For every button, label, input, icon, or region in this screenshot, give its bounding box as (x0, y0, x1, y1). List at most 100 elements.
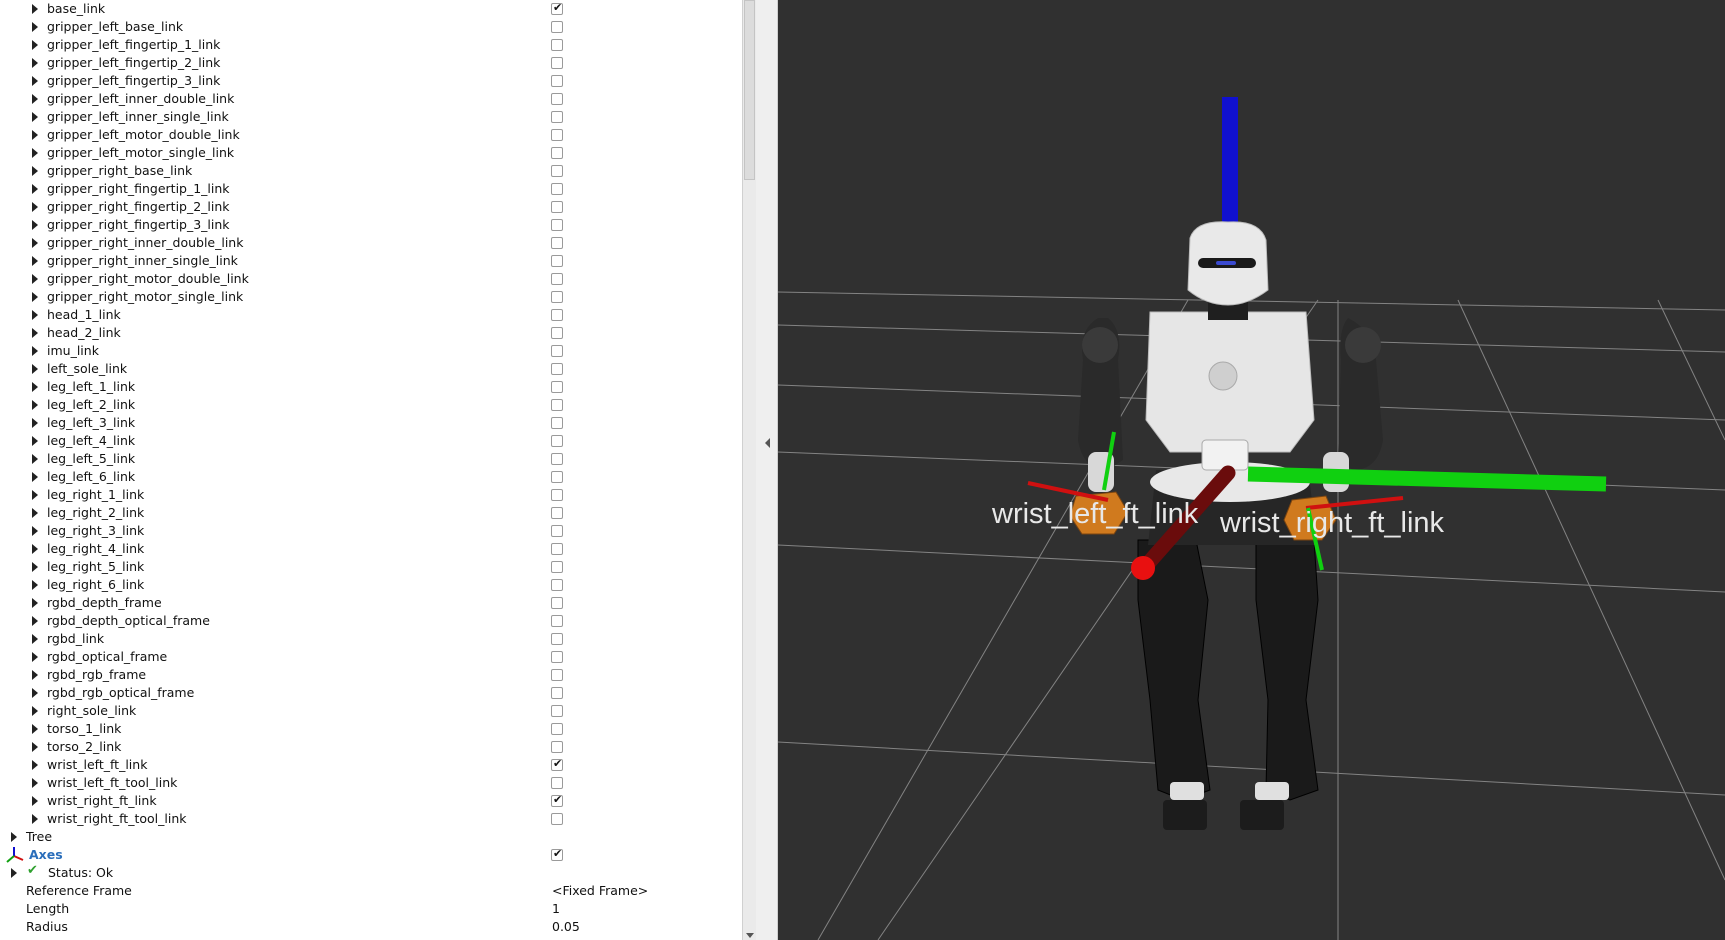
expand-arrow-icon[interactable] (32, 292, 38, 302)
tree-row[interactable]: right_sole_link (0, 702, 742, 720)
property-row[interactable]: Radius 0.05 (0, 918, 742, 936)
frame-enabled-checkbox[interactable] (551, 561, 563, 573)
frame-enabled-checkbox[interactable] (551, 651, 563, 663)
property-value[interactable]: 0.05 (552, 919, 580, 935)
frame-enabled-checkbox[interactable] (551, 129, 563, 141)
expand-arrow-icon[interactable] (32, 760, 38, 770)
expand-arrow-icon[interactable] (32, 616, 38, 626)
tree-row[interactable]: base_link (0, 0, 742, 18)
property-value[interactable]: <Fixed Frame> (552, 883, 648, 899)
expand-arrow-icon[interactable] (32, 184, 38, 194)
frame-enabled-checkbox[interactable] (551, 453, 563, 465)
expand-arrow-icon[interactable] (32, 400, 38, 410)
collapse-panel-arrow-icon[interactable] (765, 438, 770, 448)
frame-enabled-checkbox[interactable] (551, 507, 563, 519)
expand-arrow-icon[interactable] (32, 40, 38, 50)
frame-enabled-checkbox[interactable] (551, 381, 563, 393)
frame-enabled-checkbox[interactable] (551, 741, 563, 753)
tree-row[interactable]: leg_left_3_link (0, 414, 742, 432)
panel-splitter[interactable] (756, 0, 778, 940)
tree-row[interactable]: gripper_right_inner_double_link (0, 234, 742, 252)
tree-row[interactable]: leg_left_4_link (0, 432, 742, 450)
expand-arrow-icon[interactable] (32, 544, 38, 554)
tree-row[interactable]: rgbd_depth_frame (0, 594, 742, 612)
expand-arrow-icon[interactable] (32, 670, 38, 680)
frame-enabled-checkbox[interactable] (551, 93, 563, 105)
frame-enabled-checkbox[interactable] (551, 597, 563, 609)
frame-enabled-checkbox[interactable] (551, 165, 563, 177)
expand-arrow-icon[interactable] (32, 598, 38, 608)
frame-enabled-checkbox[interactable] (551, 21, 563, 33)
tree-row[interactable]: wrist_right_ft_link (0, 792, 742, 810)
tree-row[interactable]: leg_left_6_link (0, 468, 742, 486)
scroll-down-arrow-icon[interactable] (746, 933, 754, 938)
expand-arrow-icon[interactable] (32, 706, 38, 716)
frame-enabled-checkbox[interactable] (551, 255, 563, 267)
expand-arrow-icon[interactable] (32, 472, 38, 482)
frame-enabled-checkbox[interactable] (551, 219, 563, 231)
expand-arrow-icon[interactable] (32, 418, 38, 428)
frame-enabled-checkbox[interactable] (551, 615, 563, 627)
frame-enabled-checkbox[interactable] (551, 75, 563, 87)
expand-arrow-icon[interactable] (32, 580, 38, 590)
tree-row[interactable]: leg_left_1_link (0, 378, 742, 396)
tree-row[interactable]: gripper_right_motor_single_link (0, 288, 742, 306)
tree-row[interactable]: wrist_right_ft_tool_link (0, 810, 742, 828)
expand-arrow-icon[interactable] (32, 652, 38, 662)
expand-arrow-icon[interactable] (32, 310, 38, 320)
expand-arrow-icon[interactable] (32, 22, 38, 32)
property-row[interactable]: Length 1 (0, 900, 742, 918)
frame-enabled-checkbox[interactable] (551, 489, 563, 501)
expand-arrow-icon[interactable] (32, 256, 38, 266)
tree-row[interactable]: gripper_left_fingertip_2_link (0, 54, 742, 72)
expand-arrow-icon[interactable] (32, 634, 38, 644)
frame-enabled-checkbox[interactable] (551, 525, 563, 537)
displays-scrollbar[interactable] (742, 0, 756, 940)
expand-arrow-icon[interactable] (32, 166, 38, 176)
frame-enabled-checkbox[interactable] (551, 633, 563, 645)
expand-arrow-icon[interactable] (32, 778, 38, 788)
expand-arrow-icon[interactable] (32, 112, 38, 122)
frame-enabled-checkbox[interactable] (551, 757, 563, 771)
frame-enabled-checkbox[interactable] (551, 471, 563, 483)
tree-row[interactable]: rgbd_rgb_optical_frame (0, 684, 742, 702)
tree-row[interactable]: left_sole_link (0, 360, 742, 378)
scrollbar-thumb[interactable] (744, 0, 755, 180)
tree-row[interactable]: gripper_right_fingertip_3_link (0, 216, 742, 234)
frame-enabled-checkbox[interactable] (551, 273, 563, 285)
tree-row[interactable]: rgbd_optical_frame (0, 648, 742, 666)
expand-arrow-icon[interactable] (32, 814, 38, 824)
tree-row[interactable]: rgbd_link (0, 630, 742, 648)
tree-row[interactable]: gripper_right_base_link (0, 162, 742, 180)
frame-enabled-checkbox[interactable] (551, 111, 563, 123)
property-value[interactable]: 1 (552, 901, 560, 917)
tree-row[interactable]: gripper_right_fingertip_1_link (0, 180, 742, 198)
tree-row[interactable]: gripper_right_fingertip_2_link (0, 198, 742, 216)
expand-arrow-icon[interactable] (32, 346, 38, 356)
frame-enabled-checkbox[interactable] (551, 813, 563, 825)
expand-arrow-icon[interactable] (32, 508, 38, 518)
tree-row[interactable]: gripper_left_inner_double_link (0, 90, 742, 108)
expand-arrow-icon[interactable] (32, 742, 38, 752)
tree-row[interactable]: wrist_left_ft_tool_link (0, 774, 742, 792)
tree-row[interactable]: head_1_link (0, 306, 742, 324)
tree-row[interactable]: rgbd_depth_optical_frame (0, 612, 742, 630)
tree-row[interactable]: leg_left_5_link (0, 450, 742, 468)
property-row[interactable]: Reference Frame <Fixed Frame> (0, 882, 742, 900)
expand-arrow-icon[interactable] (32, 490, 38, 500)
tree-row[interactable]: gripper_left_inner_single_link (0, 108, 742, 126)
tree-row[interactable]: rgbd_rgb_frame (0, 666, 742, 684)
frame-enabled-checkbox[interactable] (551, 309, 563, 321)
expand-arrow-icon[interactable] (32, 526, 38, 536)
tree-row[interactable]: leg_right_2_link (0, 504, 742, 522)
expand-arrow-icon[interactable] (32, 364, 38, 374)
tree-row[interactable]: gripper_left_motor_single_link (0, 144, 742, 162)
expand-arrow-icon[interactable] (32, 94, 38, 104)
tree-row[interactable]: torso_2_link (0, 738, 742, 756)
expand-arrow-icon[interactable] (32, 688, 38, 698)
frame-enabled-checkbox[interactable] (551, 777, 563, 789)
tree-row[interactable]: leg_right_6_link (0, 576, 742, 594)
axes-enabled-checkbox[interactable] (551, 847, 563, 861)
frame-enabled-checkbox[interactable] (551, 1, 563, 15)
tree-row[interactable]: leg_right_3_link (0, 522, 742, 540)
